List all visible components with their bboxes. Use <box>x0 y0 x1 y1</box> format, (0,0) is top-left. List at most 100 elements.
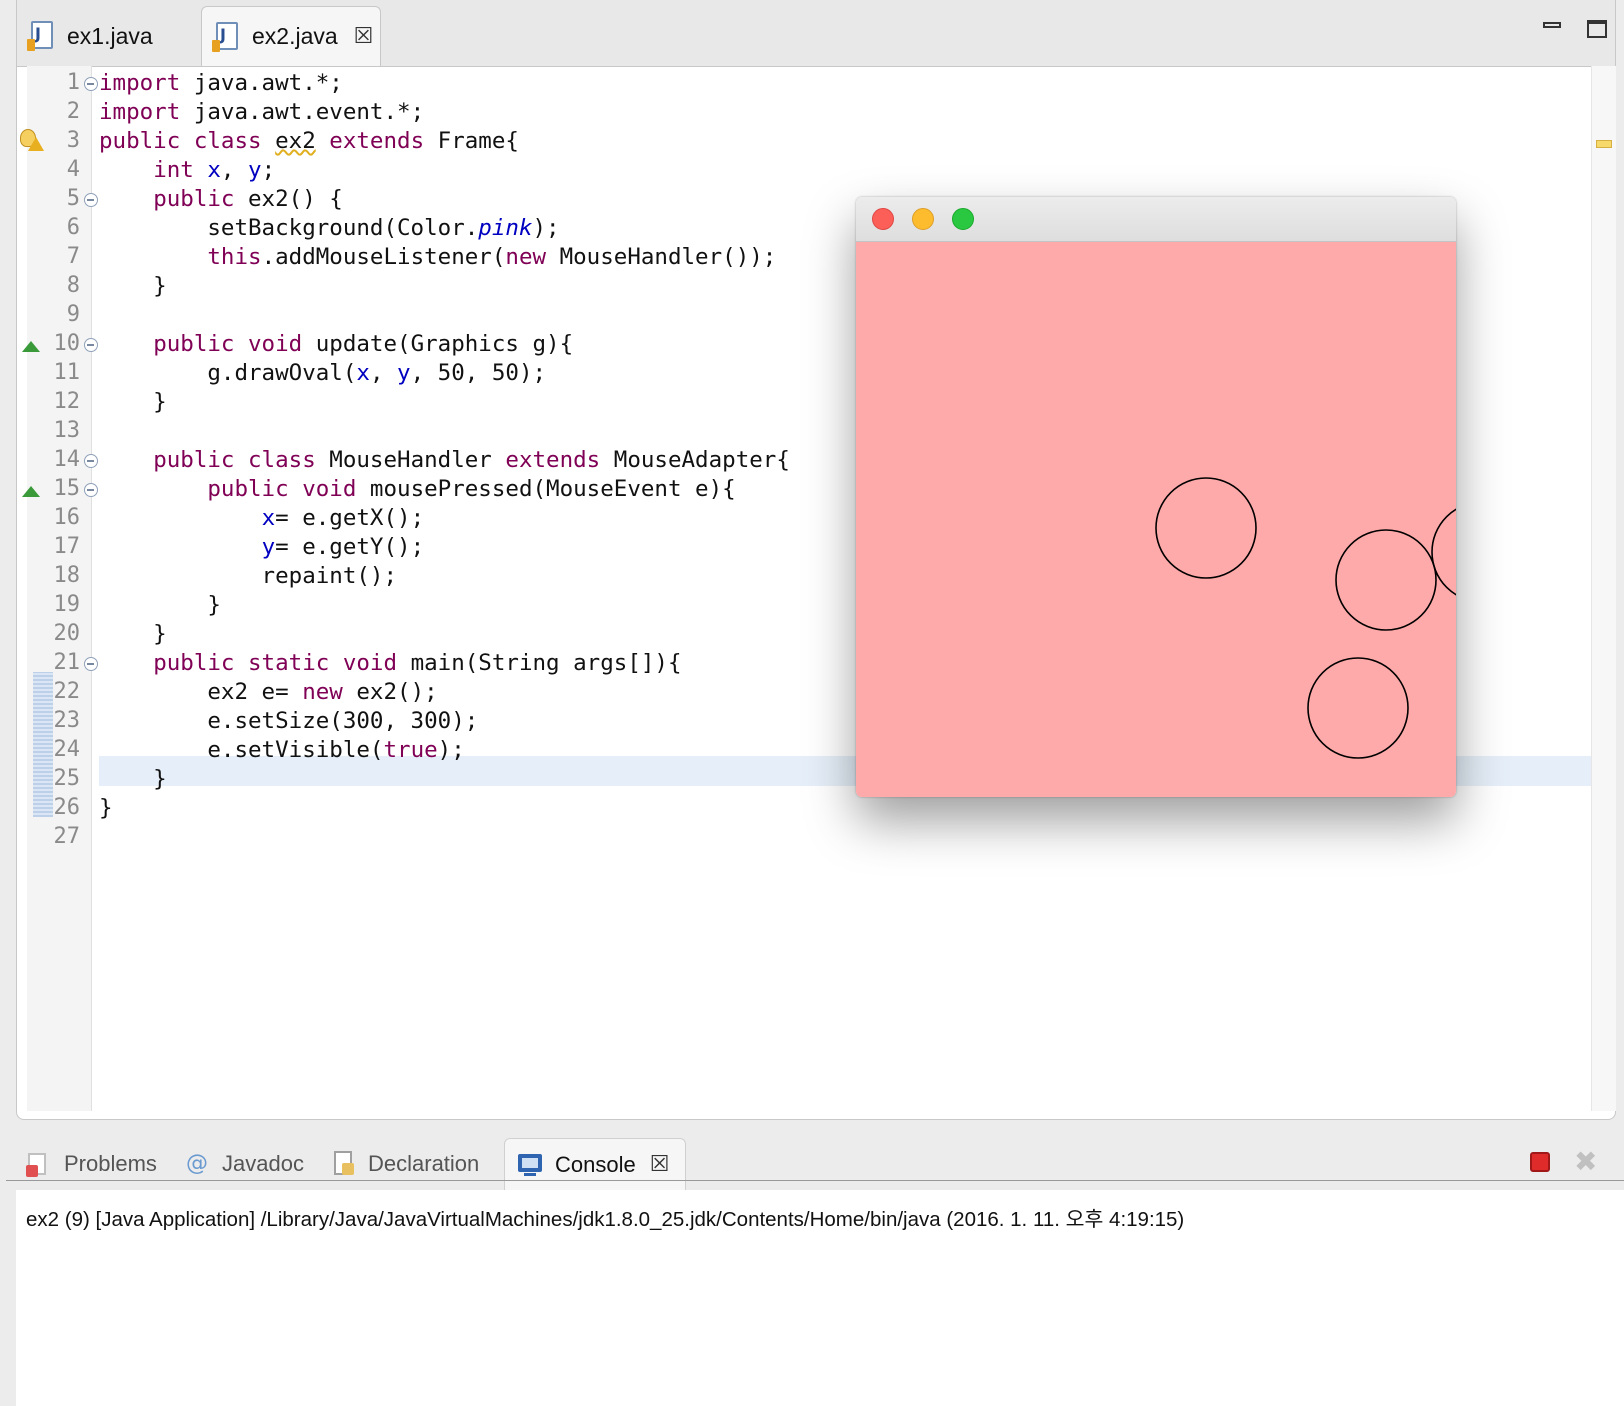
line-number: 17 <box>53 534 81 559</box>
line-number-row: 13 <box>26 416 106 446</box>
zoom-window-button[interactable] <box>952 208 974 230</box>
line-number-row: 20 <box>26 619 106 649</box>
line-number: 9 <box>66 302 80 327</box>
code-line: public ex2() { <box>153 186 343 212</box>
line-number: 20 <box>53 621 81 646</box>
line-number-row: 2 <box>26 97 106 127</box>
code-line: ex2 e= new ex2(); <box>99 679 438 705</box>
line-number: 7 <box>66 244 80 269</box>
line-number-row: 17 <box>26 532 106 562</box>
line-number-row: 1 <box>26 68 106 98</box>
line-number: 14 <box>53 447 81 472</box>
tab-problems[interactable]: Problems <box>26 1138 157 1190</box>
line-number-row: 22 <box>26 677 106 707</box>
line-number-row: 4 <box>26 155 106 185</box>
override-marker-icon <box>22 341 40 352</box>
java-file-icon: J <box>27 21 55 51</box>
code-line: } <box>99 621 167 647</box>
line-number: 13 <box>53 418 81 443</box>
console-separator <box>6 1180 1624 1181</box>
fold-toggle-icon[interactable] <box>84 338 98 352</box>
code-line: public void update(Graphics g){ <box>153 331 574 357</box>
code-line: g.drawOval(x, y, 50, 50); <box>99 360 547 386</box>
line-number-row: 14 <box>26 445 106 475</box>
remove-launch-icon[interactable]: ✖ <box>1574 1148 1602 1176</box>
tab-declaration[interactable]: Declaration <box>330 1138 479 1190</box>
override-marker-icon <box>22 486 40 497</box>
code-line: e.setSize(300, 300); <box>99 708 479 734</box>
fold-toggle-icon[interactable] <box>84 193 98 207</box>
code-line: } <box>99 389 167 415</box>
line-number: 24 <box>53 737 81 762</box>
line-number-row: 24 <box>26 735 106 765</box>
line-number: 27 <box>53 824 81 849</box>
code-line: repaint(); <box>99 563 398 589</box>
line-number-row: 8 <box>26 271 106 301</box>
line-number: 21 <box>53 650 81 675</box>
fold-toggle-icon[interactable] <box>84 483 98 497</box>
line-number-row: 7 <box>26 242 106 272</box>
javadoc-icon: @ <box>186 1151 208 1176</box>
code-line: y= e.getY(); <box>261 534 425 560</box>
fold-toggle-icon[interactable] <box>84 77 98 91</box>
code-line: } <box>99 273 167 299</box>
line-number: 8 <box>66 273 80 298</box>
line-number: 25 <box>53 766 81 791</box>
fold-toggle-icon[interactable] <box>84 657 98 671</box>
line-number: 1 <box>66 70 80 95</box>
code-line: public static void main(String args[]){ <box>153 650 682 676</box>
line-number: 26 <box>53 795 81 820</box>
code-line: import java.awt.event.*; <box>99 99 425 125</box>
close-icon[interactable]: ☒ <box>354 24 374 49</box>
code-line: import java.awt.*; <box>99 70 343 96</box>
maximize-icon[interactable] <box>1587 14 1607 38</box>
close-window-button[interactable] <box>872 208 894 230</box>
tab-console[interactable]: Console ☒ <box>504 1138 686 1190</box>
code-line: public class ex2 extends Frame{ <box>99 128 519 154</box>
overview-ruler[interactable] <box>1591 66 1616 1111</box>
line-number: 6 <box>66 215 80 240</box>
tab-ex1-java[interactable]: J ex1.java <box>17 6 197 66</box>
window-title-bar[interactable] <box>856 197 1456 242</box>
declaration-icon <box>330 1151 356 1177</box>
line-number: 16 <box>53 505 81 530</box>
bottom-tab-bar: Problems @ Javadoc Declaration Console ☒… <box>16 1130 1624 1190</box>
line-number-row: 21 <box>26 648 106 678</box>
line-number-row: 16 <box>26 503 106 533</box>
quickfix-warning-icon[interactable] <box>20 129 44 153</box>
tab-label: ex2.java <box>252 23 338 49</box>
line-number-row: 10 <box>22 329 106 359</box>
close-icon[interactable]: ☒ <box>650 1152 670 1177</box>
line-number-row: 15 <box>22 474 106 504</box>
code-line: x= e.getX(); <box>261 505 425 531</box>
code-line: public void mousePressed(MouseEvent e){ <box>207 476 736 502</box>
minimize-window-button[interactable] <box>912 208 934 230</box>
line-number-row: 3 <box>20 126 106 156</box>
frame-canvas[interactable] <box>856 242 1456 797</box>
line-number: 18 <box>53 563 81 588</box>
line-number: 19 <box>53 592 81 617</box>
line-number-row: 26 <box>26 793 106 823</box>
tab-javadoc[interactable]: @ Javadoc <box>184 1138 304 1190</box>
terminate-icon[interactable] <box>1530 1152 1550 1172</box>
warning-marker[interactable] <box>1596 140 1612 148</box>
code-line: this.addMouseListener(new MouseHandler()… <box>207 244 777 270</box>
line-number-row: 6 <box>26 213 106 243</box>
code-line: } <box>99 592 221 618</box>
tab-label: ex1.java <box>67 22 153 49</box>
bottom-panel: Problems @ Javadoc Declaration Console ☒… <box>16 1130 1624 1406</box>
java-file-icon: J <box>212 21 240 52</box>
fold-toggle-icon[interactable] <box>84 454 98 468</box>
line-number-row: 5 <box>26 184 106 214</box>
tab-label: Console <box>555 1151 636 1177</box>
line-number: 5 <box>66 186 80 211</box>
tab-ex2-java[interactable]: J ex2.java ☒ <box>201 6 381 66</box>
line-number-row: 11 <box>26 358 106 388</box>
line-number-row: 25 <box>26 764 106 794</box>
tab-label: Javadoc <box>222 1151 304 1176</box>
line-number-row: 23 <box>26 706 106 736</box>
line-number: 11 <box>53 360 81 385</box>
awt-frame-window[interactable] <box>856 197 1456 797</box>
minimize-icon[interactable] <box>1543 14 1563 34</box>
code-line: int x, y; <box>153 157 276 183</box>
